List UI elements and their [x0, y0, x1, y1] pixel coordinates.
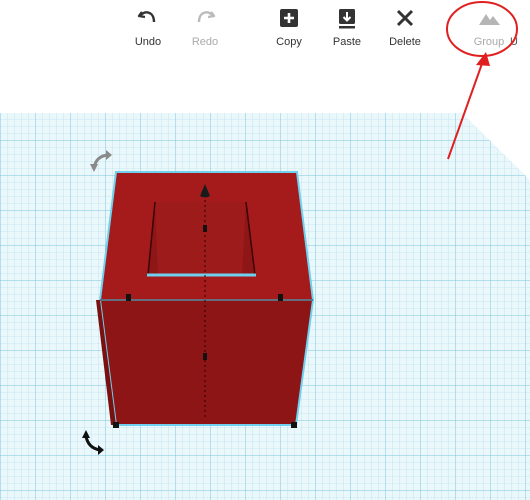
hole-cavity: [147, 201, 256, 277]
corner-handle-left[interactable]: [113, 422, 119, 428]
center-handle-bottom[interactable]: [203, 353, 207, 360]
corner-handle-right[interactable]: [291, 422, 297, 428]
center-handle-top[interactable]: [203, 225, 207, 232]
side-handle-left[interactable]: [126, 294, 131, 301]
side-handle-right[interactable]: [278, 294, 283, 301]
annotation-circle: [446, 1, 518, 57]
workplane-scene: [0, 1, 530, 500]
